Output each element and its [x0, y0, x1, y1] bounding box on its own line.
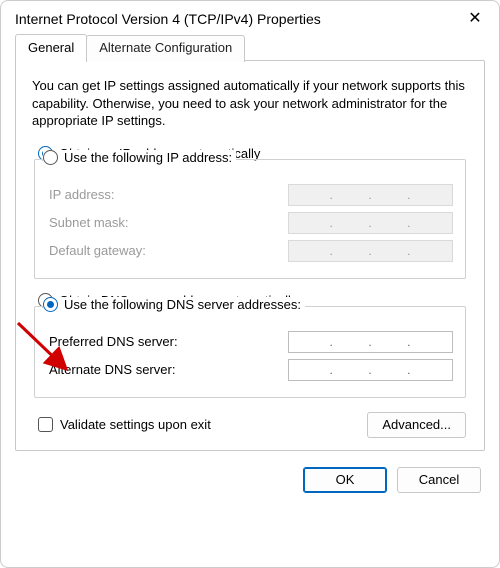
radio-icon	[43, 150, 58, 165]
alternate-dns-label: Alternate DNS server:	[49, 362, 175, 377]
preferred-dns-input[interactable]: ...	[288, 331, 453, 353]
tab-strip: General Alternate Configuration	[1, 33, 499, 60]
tab-alternate[interactable]: Alternate Configuration	[86, 35, 245, 62]
close-button[interactable]: ✕	[465, 11, 485, 27]
cancel-button[interactable]: Cancel	[397, 467, 481, 493]
default-gateway-label: Default gateway:	[49, 243, 146, 258]
dialog-buttons: OK Cancel	[1, 461, 499, 507]
titlebar: Internet Protocol Version 4 (TCP/IPv4) P…	[1, 1, 499, 33]
alternate-dns-input[interactable]: ...	[288, 359, 453, 381]
default-gateway-input[interactable]: ...	[288, 240, 453, 262]
advanced-button[interactable]: Advanced...	[367, 412, 466, 438]
radio-ip-manual[interactable]: Use the following IP address:	[43, 150, 236, 165]
tab-general[interactable]: General	[15, 34, 87, 61]
ok-button[interactable]: OK	[303, 467, 387, 493]
preferred-dns-label: Preferred DNS server:	[49, 334, 178, 349]
ip-address-input[interactable]: ...	[288, 184, 453, 206]
radio-icon	[43, 297, 58, 312]
validate-checkbox[interactable]: Validate settings upon exit	[38, 417, 211, 432]
tab-panel-general: You can get IP settings assigned automat…	[15, 60, 485, 451]
ip-address-label: IP address:	[49, 187, 115, 202]
subnet-mask-label: Subnet mask:	[49, 215, 129, 230]
radio-dns-manual-label: Use the following DNS server addresses:	[64, 297, 301, 312]
group-ip-manual: Use the following IP address: IP address…	[34, 159, 466, 279]
intro-text: You can get IP settings assigned automat…	[32, 77, 468, 130]
group-dns-manual: Use the following DNS server addresses: …	[34, 306, 466, 398]
window-title: Internet Protocol Version 4 (TCP/IPv4) P…	[15, 11, 321, 27]
subnet-mask-input[interactable]: ...	[288, 212, 453, 234]
validate-label: Validate settings upon exit	[60, 417, 211, 432]
checkbox-icon	[38, 417, 53, 432]
radio-ip-manual-label: Use the following IP address:	[64, 150, 232, 165]
radio-dns-manual[interactable]: Use the following DNS server addresses:	[43, 297, 305, 312]
